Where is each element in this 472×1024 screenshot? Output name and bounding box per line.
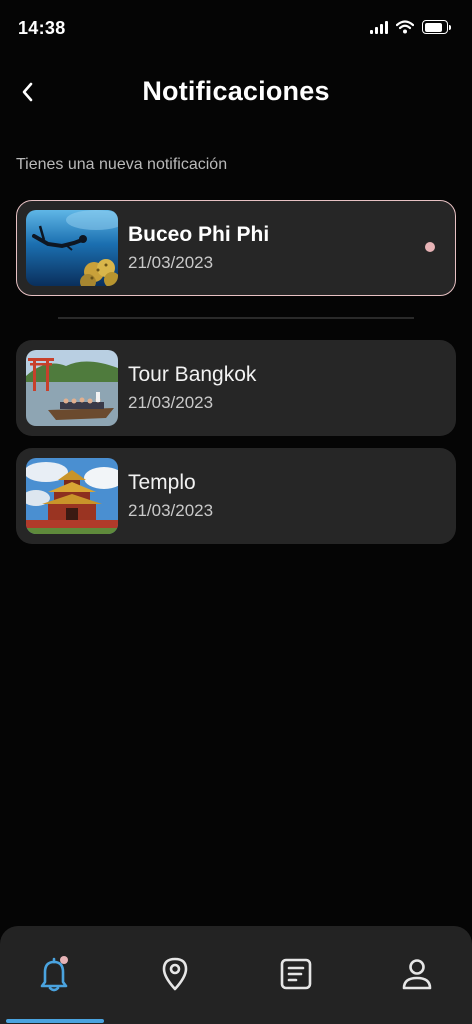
temple-image <box>26 458 118 534</box>
notifications-screen: 14:38 Notificaciones Tienes una nueva no… <box>0 0 472 1024</box>
notification-card-buceo[interactable]: Buceo Phi Phi 21/03/2023 <box>16 200 456 296</box>
active-tab-indicator <box>6 1019 104 1023</box>
notification-badge <box>60 956 68 964</box>
wifi-icon <box>396 20 414 34</box>
status-icons <box>370 20 451 34</box>
divider <box>58 317 414 319</box>
signal-icon <box>370 20 388 34</box>
document-icon <box>280 958 312 990</box>
notification-date: 21/03/2023 <box>128 501 214 520</box>
notification-title: Buceo Phi Phi <box>128 223 270 246</box>
status-bar: 14:38 <box>0 0 472 56</box>
nav-map[interactable] <box>153 952 197 996</box>
notification-card-tour-bangkok[interactable]: Tour Bangkok 21/03/2023 <box>16 340 456 436</box>
bottom-nav <box>0 926 472 1024</box>
notification-card-templo[interactable]: Templo 21/03/2023 <box>16 448 456 544</box>
unread-indicator <box>425 242 435 252</box>
status-time: 14:38 <box>18 18 66 38</box>
notification-date: 21/03/2023 <box>128 393 214 412</box>
notification-title: Templo <box>128 471 196 494</box>
map-pin-icon <box>162 957 188 991</box>
nav-documents[interactable] <box>274 952 318 996</box>
diver-underwater-image <box>26 210 118 286</box>
page-title: Notificaciones <box>142 76 330 106</box>
boat-tour-image <box>26 350 118 426</box>
user-icon <box>402 959 432 990</box>
header: Notificaciones <box>0 64 472 120</box>
battery-icon <box>422 20 451 34</box>
notification-date: 21/03/2023 <box>128 253 214 272</box>
new-notification-subtitle: Tienes una nueva notificación <box>16 156 228 173</box>
nav-notifications[interactable] <box>32 952 76 996</box>
battery-level <box>424 22 442 32</box>
notification-title: Tour Bangkok <box>128 363 257 386</box>
nav-profile[interactable] <box>395 952 439 996</box>
